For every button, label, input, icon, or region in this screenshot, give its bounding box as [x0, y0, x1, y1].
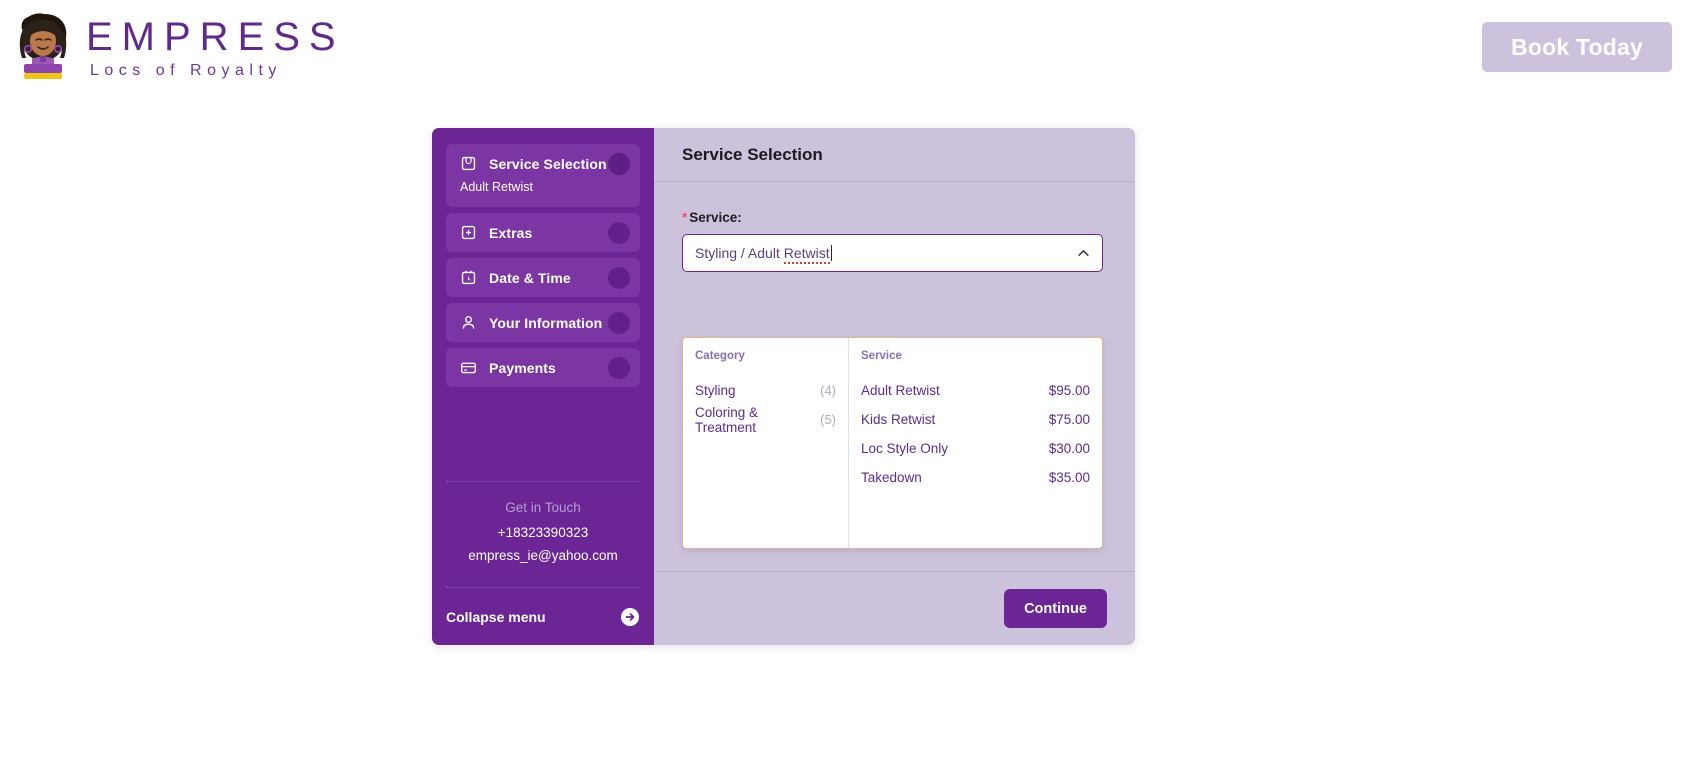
contact-phone[interactable]: +18323390323 [446, 525, 640, 540]
brand-logo[interactable]: EMPRESS Locs of Royalty [14, 12, 345, 84]
dropdown-service-item[interactable]: Adult Retwist $95.00 [849, 376, 1102, 405]
brand-name: EMPRESS [86, 15, 345, 59]
continue-button[interactable]: Continue [1004, 589, 1107, 628]
sidebar-item-label: Date & Time [489, 269, 571, 286]
sidebar-item-label: Your Information [489, 314, 603, 331]
service-field-label: * Service: [682, 210, 1107, 225]
arrow-right-circle-icon [621, 607, 639, 626]
sidebar-item-label: Service Selection [489, 155, 607, 172]
credit-card-icon [461, 362, 476, 374]
category-column-header: Category [695, 350, 745, 362]
dropdown-category-item[interactable]: Styling (4) [683, 376, 848, 405]
dropdown-service-column: Service Adult Retwist $95.00 Kids Retwis… [849, 338, 1102, 548]
category-count: (5) [820, 412, 836, 427]
category-name: Styling [695, 383, 736, 398]
contact-block: Get in Touch +18323390323 empress_ie@yah… [446, 481, 640, 587]
service-name: Takedown [861, 470, 922, 485]
sidebar-item-sublabel: Adult Retwist [460, 180, 533, 194]
contact-email[interactable]: empress_ie@yahoo.com [446, 548, 640, 563]
panel-body: * Service: Styling / Adult Retwist Catego… [654, 182, 1135, 571]
service-dropdown: Category Styling (4) Coloring & Treatmen… [682, 337, 1103, 549]
brand-tagline: Locs of Royalty [90, 62, 282, 79]
empress-logo-icon [19, 13, 67, 79]
step-indicator-dot [608, 153, 630, 175]
collapse-menu-button[interactable]: Collapse menu [446, 587, 640, 645]
service-value-prefix: Styling / Adult [695, 245, 784, 261]
dropdown-category-column: Category Styling (4) Coloring & Treatmen… [683, 338, 849, 548]
calendar-clock-icon [461, 270, 476, 285]
dropdown-service-item[interactable]: Takedown $35.00 [849, 463, 1102, 492]
service-value-misspelled: Retwist [783, 245, 830, 264]
plus-box-icon [461, 225, 476, 240]
book-today-button[interactable]: Book Today [1482, 22, 1672, 72]
service-name: Adult Retwist [861, 383, 940, 398]
booking-main-panel: Service Selection * Service: Styling / Ad… [654, 128, 1135, 645]
contact-title: Get in Touch [505, 500, 581, 515]
service-price: $95.00 [1048, 383, 1090, 398]
category-count: (4) [820, 383, 836, 398]
sidebar-item-your-information[interactable]: Your Information [446, 303, 640, 342]
step-list: Service Selection Adult Retwist Extras D… [432, 144, 654, 393]
step-indicator-dot [608, 222, 630, 244]
page-title: Service Selection [682, 144, 823, 164]
site-header: EMPRESS Locs of Royalty Book Today [0, 0, 1695, 103]
sidebar-item-payments[interactable]: Payments [446, 348, 640, 387]
collapse-menu-label: Collapse menu [446, 608, 546, 625]
sidebar-item-date-time[interactable]: Date & Time [446, 258, 640, 297]
sidebar-item-extras[interactable]: Extras [446, 213, 640, 252]
service-select-input[interactable]: Styling / Adult Retwist [682, 234, 1103, 272]
panel-footer: Continue [654, 571, 1135, 645]
dropdown-category-item[interactable]: Coloring & Treatment (5) [683, 404, 848, 435]
service-price: $35.00 [1048, 470, 1090, 485]
required-marker: * [682, 210, 688, 225]
sidebar-item-service-selection[interactable]: Service Selection Adult Retwist [446, 144, 640, 207]
service-name: Kids Retwist [861, 412, 936, 427]
booking-sidebar: Service Selection Adult Retwist Extras D… [432, 128, 654, 645]
service-select-value: Styling / Adult Retwist [695, 245, 832, 264]
step-indicator-dot [608, 312, 630, 334]
panel-header: Service Selection [654, 128, 1135, 182]
category-name: Coloring & Treatment [695, 404, 759, 435]
service-column-header: Service [861, 350, 902, 362]
step-indicator-dot [608, 267, 630, 289]
sidebar-item-label: Extras [489, 224, 533, 241]
service-label-text: Service: [689, 210, 742, 225]
service-price: $75.00 [1048, 412, 1090, 427]
chevron-up-icon[interactable] [1077, 247, 1090, 260]
dropdown-service-item[interactable]: Loc Style Only $30.00 [849, 434, 1102, 463]
booking-widget: Service Selection Adult Retwist Extras D… [432, 128, 1135, 645]
dropdown-service-item[interactable]: Kids Retwist $75.00 [849, 405, 1102, 434]
shopping-bag-icon [461, 156, 476, 171]
service-price: $30.00 [1048, 441, 1090, 456]
person-icon [462, 316, 475, 329]
service-name: Loc Style Only [861, 441, 949, 456]
text-cursor [830, 245, 832, 261]
sidebar-item-label: Payments [489, 359, 556, 376]
step-indicator-dot [608, 357, 630, 379]
